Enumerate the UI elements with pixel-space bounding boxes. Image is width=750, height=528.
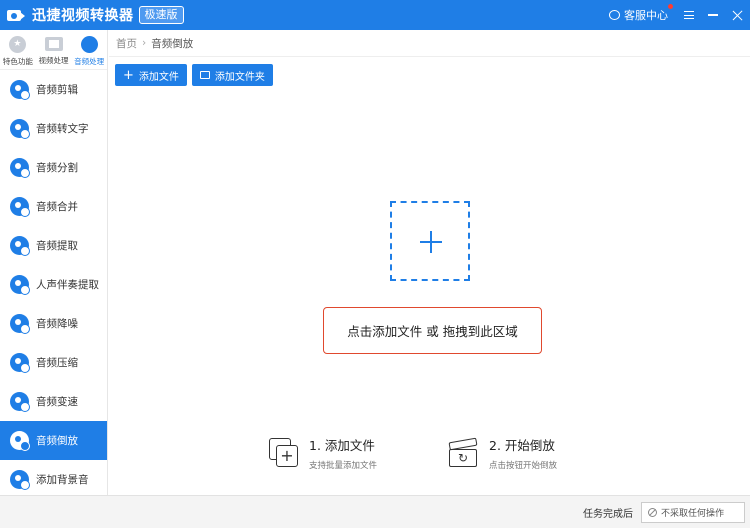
sidebar-item-label: 音频倒放 bbox=[36, 435, 78, 447]
folder-icon bbox=[199, 71, 210, 79]
breadcrumb: 首页 › 音频倒放 bbox=[109, 30, 750, 57]
audio-disc-icon bbox=[10, 119, 30, 139]
audio-disc-icon bbox=[10, 236, 30, 256]
add-file-button[interactable]: + 添加文件 bbox=[115, 64, 187, 86]
sidebar-item-audio-merge[interactable]: 音频合并 bbox=[0, 187, 107, 226]
audio-disc-icon bbox=[10, 158, 30, 178]
audio-disc-icon bbox=[10, 80, 30, 100]
sidebar-item-label: 音频提取 bbox=[36, 240, 78, 252]
drop-zone-hint[interactable]: 点击添加文件 或 拖拽到此区域 bbox=[323, 307, 542, 354]
audio-disc-icon bbox=[80, 36, 98, 53]
tab-featured-label: 特色功能 bbox=[2, 57, 33, 66]
sidebar-item-label: 添加背景音 bbox=[36, 474, 89, 486]
after-task-label: 任务完成后 bbox=[583, 508, 633, 520]
add-folder-label: 添加文件夹 bbox=[214, 71, 265, 83]
sidebar-item-audio-to-text[interactable]: 音频转文字 bbox=[0, 109, 107, 148]
sidebar-item-label: 音频转文字 bbox=[36, 123, 89, 135]
after-task-value: 不采取任何操作 bbox=[661, 508, 725, 519]
after-task-select[interactable]: 不采取任何操作 bbox=[641, 501, 745, 523]
add-file-label: 添加文件 bbox=[138, 71, 179, 83]
close-icon bbox=[732, 10, 743, 21]
sidebar-item-audio-denoise[interactable]: 音频降噪 bbox=[0, 304, 107, 343]
add-folder-button[interactable]: 添加文件夹 bbox=[191, 64, 273, 86]
audio-tool-list: 音频剪辑 音频转文字 音频分割 音频合并 音频提取 人声伴奏提取 音频降噪 音频… bbox=[0, 70, 107, 495]
film-icon bbox=[44, 37, 63, 51]
app-logo-icon bbox=[7, 7, 25, 23]
add-file-step-icon: + bbox=[268, 437, 300, 469]
plus-icon: + bbox=[123, 67, 134, 83]
tab-featured[interactable]: ★ 特色功能 bbox=[0, 30, 36, 69]
sidebar-item-label: 音频分割 bbox=[36, 162, 78, 174]
sidebar-item-audio-compress[interactable]: 音频压缩 bbox=[0, 343, 107, 382]
breadcrumb-separator: › bbox=[142, 37, 147, 49]
step-add-file: + 1. 添加文件 支持批量添加文件 bbox=[268, 435, 377, 471]
audio-disc-icon bbox=[10, 353, 30, 373]
category-tabs: ★ 特色功能 视频处理 音频处理 bbox=[0, 30, 107, 70]
step-subtitle: 支持批量添加文件 bbox=[309, 461, 378, 471]
step-title: 1. 添加文件 bbox=[309, 438, 375, 453]
audio-disc-icon bbox=[10, 275, 30, 295]
audio-disc-icon bbox=[10, 392, 30, 412]
menu-button[interactable] bbox=[678, 0, 700, 30]
toolbar: + 添加文件 添加文件夹 bbox=[109, 64, 750, 86]
audio-disc-icon bbox=[10, 431, 30, 451]
sidebar-item-label: 音频压缩 bbox=[36, 357, 78, 369]
customer-service-button[interactable]: 客服中心 bbox=[609, 4, 673, 23]
drop-zone-add-button[interactable] bbox=[390, 201, 470, 281]
sidebar-item-label: 音频降噪 bbox=[36, 318, 78, 330]
sidebar-item-audio-extract[interactable]: 音频提取 bbox=[0, 226, 107, 265]
audio-disc-icon bbox=[10, 197, 30, 217]
breadcrumb-home[interactable]: 首页 bbox=[116, 36, 137, 51]
audio-disc-icon bbox=[10, 314, 30, 334]
minimize-icon bbox=[708, 14, 718, 16]
sidebar-item-audio-reverse[interactable]: 音频倒放 bbox=[0, 421, 107, 460]
tab-video-label: 视频处理 bbox=[38, 56, 69, 65]
sidebar-item-vocal-extract[interactable]: 人声伴奏提取 bbox=[0, 265, 107, 304]
customer-service-label: 客服中心 bbox=[624, 9, 668, 22]
breadcrumb-current: 音频倒放 bbox=[151, 37, 194, 50]
menu-icon bbox=[684, 11, 694, 19]
app-title: 迅捷视频转换器 bbox=[32, 8, 134, 24]
status-bar: 任务完成后 不采取任何操作 bbox=[0, 495, 750, 528]
tab-audio-label: 音频处理 bbox=[74, 57, 105, 66]
edition-badge: 极速版 bbox=[138, 6, 184, 24]
clapperboard-icon: ↻ bbox=[448, 437, 480, 469]
chat-bubble-icon bbox=[609, 10, 620, 20]
sidebar-item-label: 音频剪辑 bbox=[36, 84, 78, 96]
sidebar-item-label: 人声伴奏提取 bbox=[36, 279, 99, 291]
tab-audio[interactable]: 音频处理 bbox=[71, 30, 107, 69]
sidebar-item-audio-split[interactable]: 音频分割 bbox=[0, 148, 107, 187]
step-subtitle: 点击按钮开始倒放 bbox=[489, 461, 558, 471]
step-start-reverse: ↻ 2. 开始倒放 点击按钮开始倒放 bbox=[448, 435, 557, 471]
step-title: 2. 开始倒放 bbox=[489, 438, 555, 453]
minimize-button[interactable] bbox=[702, 0, 724, 30]
sidebar-item-label: 音频合并 bbox=[36, 201, 78, 213]
sidebar: ★ 特色功能 视频处理 音频处理 音频剪辑 音频转文字 音频分割 音频合并 音频… bbox=[0, 30, 108, 495]
close-button[interactable] bbox=[726, 0, 748, 30]
notification-dot bbox=[668, 4, 673, 9]
main-panel: 首页 › 音频倒放 + 添加文件 添加文件夹 点击添加文件 或 拖拽到此区域 +… bbox=[109, 30, 750, 495]
sidebar-item-audio-edit[interactable]: 音频剪辑 bbox=[0, 70, 107, 109]
sidebar-item-label: 音频变速 bbox=[36, 396, 78, 408]
sidebar-item-audio-speed[interactable]: 音频变速 bbox=[0, 382, 107, 421]
sidebar-item-add-bgm[interactable]: 添加背景音 bbox=[0, 460, 107, 495]
tab-video[interactable]: 视频处理 bbox=[36, 30, 72, 69]
title-bar: 迅捷视频转换器 极速版 客服中心 bbox=[0, 0, 750, 30]
audio-disc-icon bbox=[10, 470, 30, 490]
ban-icon bbox=[648, 507, 657, 517]
star-icon: ★ bbox=[9, 36, 27, 53]
